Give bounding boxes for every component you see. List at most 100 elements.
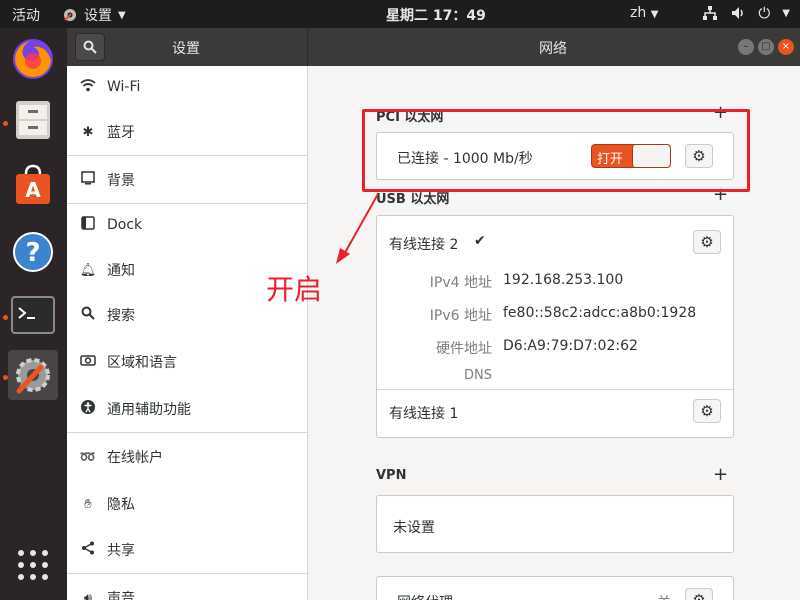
sidebar-item-label: Wi-Fi xyxy=(107,79,141,95)
sidebar-item-label: 通知 xyxy=(107,263,135,279)
settings-app-icon xyxy=(64,9,76,21)
dock: A ? xyxy=(0,28,67,600)
sidebar-item-dock[interactable]: Dock xyxy=(67,204,307,246)
terminal-launcher[interactable] xyxy=(8,290,58,340)
vpn-title: VPN xyxy=(376,468,407,483)
minimize-button[interactable]: – xyxy=(738,39,754,55)
gear-icon: ⚙ xyxy=(700,233,714,251)
search-icon xyxy=(83,40,97,54)
sidebar-item-label: 隐私 xyxy=(107,497,135,513)
sidebar-item-sharing[interactable]: 共享 xyxy=(67,527,307,573)
window-controls: – □ × xyxy=(738,39,794,55)
network-proxy-label: 网络代理 xyxy=(397,592,453,600)
app-menu[interactable]: 设置 ▼ xyxy=(62,5,126,25)
shopping-bag-icon: A xyxy=(16,164,50,204)
network-proxy-status: 关 xyxy=(657,592,671,600)
settings-tools-icon xyxy=(16,358,50,394)
sidebar-item-sound[interactable]: 🔊︎ 声音 xyxy=(67,574,307,600)
sidebar-item-accessibility[interactable]: 通用辅助功能 xyxy=(67,386,307,432)
bell-icon: 🔔︎ xyxy=(79,262,97,278)
dns-label: DNS xyxy=(464,368,492,383)
sidebar-item-label: 声音 xyxy=(107,591,135,600)
share-icon xyxy=(79,541,97,559)
annotation-highlight-box xyxy=(362,109,750,192)
file-cabinet-icon xyxy=(16,101,50,139)
ipv6-value: fe80::58c2:adcc:a8b0:1928 xyxy=(503,305,697,321)
sidebar-item-label: 蓝牙 xyxy=(107,125,135,141)
svg-text:?: ? xyxy=(25,238,40,268)
input-language-indicator[interactable]: zh ▼ xyxy=(630,5,658,21)
chevron-down-icon: ▼ xyxy=(782,7,790,19)
add-vpn-button[interactable]: + xyxy=(713,464,728,485)
sidebar-item-label: 通用辅助功能 xyxy=(107,402,191,418)
help-icon: ? xyxy=(13,232,53,272)
bluetooth-icon: ✱ xyxy=(82,124,94,140)
maximize-button[interactable]: □ xyxy=(758,39,774,55)
accessibility-icon xyxy=(79,399,97,419)
annotation-arrow xyxy=(336,193,379,264)
chevron-down-icon: ▼ xyxy=(650,9,659,20)
background-icon xyxy=(79,171,97,189)
header-bar: 设置 网络 – □ × xyxy=(67,28,800,66)
svg-text:A: A xyxy=(25,178,41,202)
ipv4-label: IPv4 地址 xyxy=(429,275,492,291)
wired-connection-1-name: 有线连接 1 xyxy=(389,406,459,422)
volume-icon xyxy=(732,7,744,19)
dock-icon xyxy=(79,216,97,234)
vpn-card: 未设置 xyxy=(376,495,734,553)
sidebar-item-label: 区域和语言 xyxy=(107,355,177,371)
sidebar-item-region-language[interactable]: 区域和语言 xyxy=(67,338,307,386)
panel-title: 网络 xyxy=(539,41,567,57)
sidebar-item-label: 搜索 xyxy=(107,308,135,324)
power-icon: ⏻ xyxy=(758,4,771,22)
system-tray[interactable]: ⏻ ▼ xyxy=(702,4,790,22)
input-language-label: zh xyxy=(630,5,647,21)
show-applications-icon[interactable] xyxy=(18,550,48,580)
wifi-icon xyxy=(79,78,97,96)
hand-icon: ✋︎ xyxy=(84,496,92,512)
search-icon xyxy=(79,306,97,324)
wired-connection-2-name: 有线连接 2 xyxy=(389,237,459,253)
firefox-icon xyxy=(13,39,53,79)
files-launcher[interactable] xyxy=(8,95,58,145)
ipv4-value: 192.168.253.100 xyxy=(503,272,624,288)
card-separator xyxy=(377,389,733,390)
header-divider xyxy=(307,28,308,66)
sidebar-item-label: 共享 xyxy=(107,543,135,559)
settings-launcher[interactable] xyxy=(8,350,58,400)
sidebar-item-privacy[interactable]: ✋︎ 隐私 xyxy=(67,481,307,527)
top-bar: 活动 设置 ▼ 星期二 17：49 zh ▼ ⏻ ▼ xyxy=(0,0,800,28)
checkmark-icon: ✔ xyxy=(474,233,486,249)
sidebar-item-bluetooth[interactable]: ✱ 蓝牙 xyxy=(67,108,307,156)
help-launcher[interactable]: ? xyxy=(8,227,58,277)
close-button[interactable]: × xyxy=(778,39,794,55)
settings-sidebar: Wi-Fi ✱ 蓝牙 背景 Dock 🔔︎ 通知 搜索 区域和语言 通用辅助功能… xyxy=(67,66,308,600)
activities-button[interactable]: 活动 xyxy=(12,5,40,25)
usb-ethernet-card: 有线连接 2 ✔ ⚙ IPv4 地址 192.168.253.100 IPv6 … xyxy=(376,215,734,438)
vpn-status: 未设置 xyxy=(393,520,435,536)
sidebar-item-online-accounts[interactable]: ➿ 在线帐户 xyxy=(67,433,307,481)
app-menu-label: 设置 xyxy=(84,8,112,24)
online-accounts-icon: ➿ xyxy=(79,449,97,465)
chevron-down-icon: ▼ xyxy=(118,9,126,21)
annotation-label: 开启 xyxy=(266,273,323,306)
network-proxy-card[interactable]: 网络代理 关 ⚙ xyxy=(376,576,734,600)
gear-icon: ⚙ xyxy=(692,591,706,600)
running-indicator xyxy=(3,375,8,380)
network-proxy-settings-button[interactable]: ⚙ xyxy=(685,588,713,600)
hardware-address-value: D6:A9:79:D7:02:62 xyxy=(503,338,638,354)
gear-icon: ⚙ xyxy=(700,402,714,420)
network-wired-icon xyxy=(703,6,718,20)
sidebar-item-label: 背景 xyxy=(107,173,135,189)
sidebar-item-background[interactable]: 背景 xyxy=(67,156,307,204)
camera-icon xyxy=(79,354,97,370)
clock[interactable]: 星期二 17：49 xyxy=(386,5,486,25)
firefox-launcher[interactable] xyxy=(8,34,58,84)
software-launcher[interactable]: A xyxy=(8,159,58,209)
wired-connection-2-settings-button[interactable]: ⚙ xyxy=(693,230,721,254)
search-button[interactable] xyxy=(75,33,105,61)
sidebar-item-label: 在线帐户 xyxy=(107,450,163,466)
wired-connection-1-settings-button[interactable]: ⚙ xyxy=(693,399,721,423)
running-indicator xyxy=(3,121,8,126)
sidebar-item-wifi[interactable]: Wi-Fi xyxy=(67,66,307,108)
